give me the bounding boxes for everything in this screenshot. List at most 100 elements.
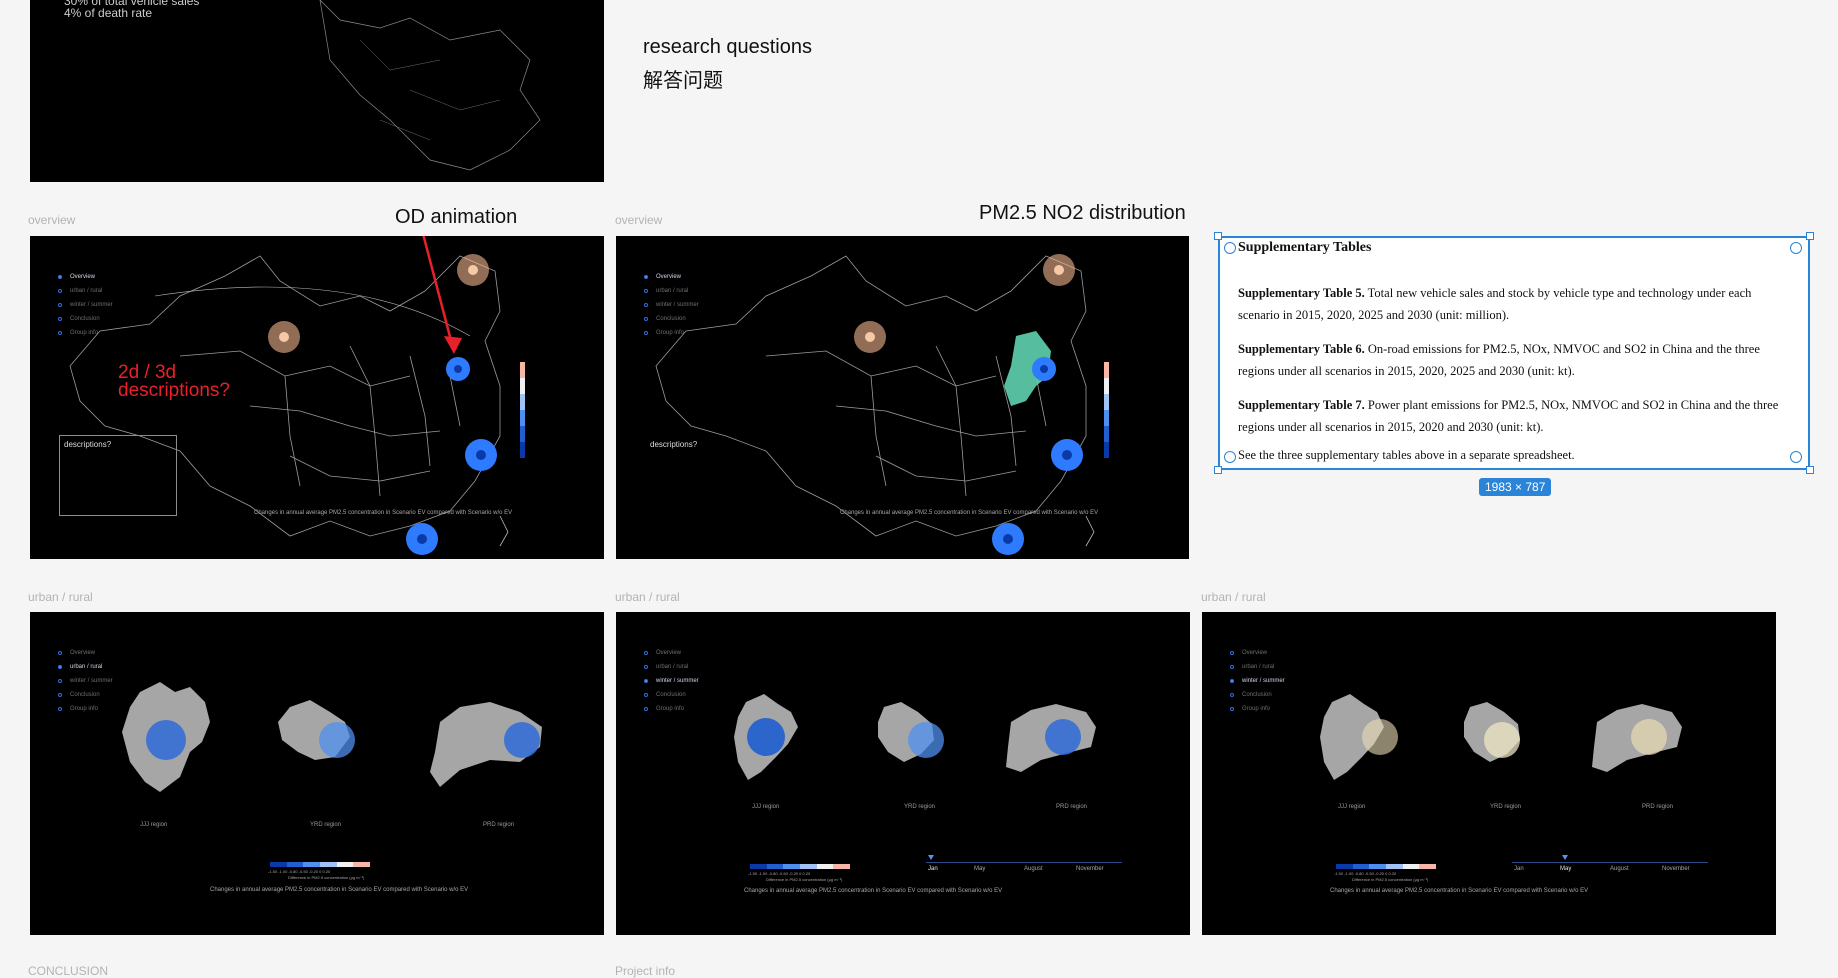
dimension-badge: 1983 × 787: [1479, 478, 1552, 496]
month-may[interactable]: May: [1560, 866, 1571, 872]
frame-label-urban-rural-3: urban / rural: [1201, 590, 1266, 604]
nav-dot-icon: [58, 331, 62, 335]
nav-dot-icon: [58, 289, 62, 293]
nav-item-overview[interactable]: Overview: [58, 270, 113, 284]
nav-dot-icon: [1230, 707, 1234, 711]
nav-item-conclusion[interactable]: Conclusion: [58, 312, 113, 326]
region-maps: [1320, 694, 1682, 780]
nav-item-urban-rural[interactable]: urban / rural: [1230, 660, 1285, 674]
connector-node-icon[interactable]: [1224, 451, 1236, 463]
nav-dot-icon: [644, 331, 648, 335]
research-title: research questions: [643, 36, 812, 58]
supplementary-tables-image[interactable]: Supplementary Tables Supplementary Table…: [1218, 236, 1810, 470]
nav-dot-icon: [58, 707, 62, 711]
nav-item-overview[interactable]: Overview: [58, 646, 113, 660]
frame-intro[interactable]: 30% of total vehicle sales 4% of death r…: [30, 0, 604, 182]
nav-item-group-info[interactable]: Group info: [644, 702, 699, 716]
nav-dot-icon: [644, 693, 648, 697]
nav-dot-icon: [1230, 693, 1234, 697]
nav-dot-icon: [644, 665, 648, 669]
connector-node-icon[interactable]: [1790, 242, 1802, 254]
intro-map: [319, 0, 541, 171]
nav-item-group-info[interactable]: Group info: [1230, 702, 1285, 716]
nav-item-urban-rural[interactable]: urban / rural: [58, 660, 113, 674]
month-august[interactable]: August: [1610, 866, 1629, 872]
nav-item-group-info[interactable]: Group info: [58, 326, 113, 340]
month-november[interactable]: November: [1662, 866, 1690, 872]
nav-item-conclusion[interactable]: Conclusion: [644, 688, 699, 702]
nav-item-urban-rural[interactable]: urban / rural: [58, 284, 113, 298]
nav-dot-icon: [58, 693, 62, 697]
nav-dot-icon: [58, 679, 62, 683]
nav-dot-icon: [58, 303, 62, 307]
month-jan[interactable]: Jan: [928, 866, 938, 872]
region-label-prd: PRD region: [1056, 804, 1088, 810]
connector-node-icon[interactable]: [1224, 242, 1236, 254]
nav-item-winter-summer[interactable]: winter / summer: [644, 298, 699, 312]
resize-handle-bottom-right[interactable]: [1806, 466, 1814, 474]
region-label-jjj: JJJ region: [752, 804, 780, 810]
timeline-marker-icon[interactable]: [928, 855, 934, 860]
region-label-prd: PRD region: [483, 822, 515, 828]
nav-dot-icon: [644, 303, 648, 307]
nav-item-overview[interactable]: Overview: [644, 646, 699, 660]
nav-dot-icon: [1230, 679, 1234, 683]
month-timeline[interactable]: Jan May August November: [926, 855, 1122, 882]
map-caption: Changes in annual average PM2.5 concentr…: [254, 510, 513, 516]
legend-ticks: -1.50 -1.00 -0.80 -0.50 -0.20 0 0.20: [748, 871, 811, 876]
supplementary-footer: See the three supplementary tables above…: [1238, 448, 1575, 462]
nav-item-conclusion[interactable]: Conclusion: [58, 688, 113, 702]
descriptions-label: descriptions?: [650, 440, 698, 449]
month-may[interactable]: May: [974, 866, 985, 872]
frame-urban-rural-1[interactable]: Overview urban / rural winter / summer C…: [30, 612, 604, 935]
nav-item-winter-summer[interactable]: winter / summer: [58, 674, 113, 688]
frame-overview-pm[interactable]: Overview urban / rural winter / summer C…: [616, 236, 1189, 559]
nav-dot-icon: [644, 707, 648, 711]
nav-item-urban-rural[interactable]: urban / rural: [644, 284, 699, 298]
supplementary-row-6: Supplementary Table 6. On-road emissions…: [1238, 342, 1760, 378]
resize-handle-top-left[interactable]: [1214, 232, 1222, 240]
nav-item-overview[interactable]: Overview: [644, 270, 699, 284]
nav-dot-icon: [58, 275, 62, 279]
frame-urban-rural-3[interactable]: Overview urban / rural winter / summer C…: [1202, 612, 1776, 935]
frame-overview-od[interactable]: Overview urban / rural winter / summer C…: [30, 236, 604, 559]
region-label-yrd: YRD region: [904, 804, 936, 810]
region-label-yrd: YRD region: [310, 822, 342, 828]
frame-urban-rural-2[interactable]: Overview urban / rural winter / summer C…: [616, 612, 1190, 935]
nav-urban-rural-3: Overview urban / rural winter / summer C…: [1230, 646, 1285, 716]
nav-urban-rural-2: Overview urban / rural winter / summer C…: [644, 646, 699, 716]
descriptions-box[interactable]: descriptions?: [59, 435, 177, 516]
nav-item-conclusion[interactable]: Conclusion: [644, 312, 699, 326]
region-label-jjj: JJJ region: [140, 822, 168, 828]
annotation-od-animation: OD animation: [395, 206, 518, 228]
legend-unit: Difference in PM2.5 concentration (μg m⁻…: [766, 877, 843, 882]
nav-item-group-info[interactable]: Group info: [58, 702, 113, 716]
map-caption: Changes in annual average PM2.5 concentr…: [840, 510, 1099, 516]
connector-node-icon[interactable]: [1790, 451, 1802, 463]
annotation-pm-distribution: PM2.5 NO2 distribution: [979, 202, 1186, 224]
nav-item-group-info[interactable]: Group info: [644, 326, 699, 340]
month-timeline[interactable]: Jan May August November: [1512, 855, 1708, 882]
nav-item-winter-summer[interactable]: winter / summer: [1230, 674, 1285, 688]
resize-handle-top-right[interactable]: [1806, 232, 1814, 240]
research-subtitle: 解答问题: [643, 70, 723, 92]
nav-item-winter-summer[interactable]: winter / summer: [58, 298, 113, 312]
nav-item-winter-summer[interactable]: winter / summer: [644, 674, 699, 688]
month-august[interactable]: August: [1024, 866, 1043, 872]
month-november[interactable]: November: [1076, 866, 1104, 872]
region-caption: Changes in annual average PM2.5 concentr…: [744, 888, 1003, 894]
nav-item-overview[interactable]: Overview: [1230, 646, 1285, 660]
nav-dot-icon: [1230, 665, 1234, 669]
nav-urban-rural-1: Overview urban / rural winter / summer C…: [58, 646, 113, 716]
frame-label-overview-2: overview: [615, 213, 663, 227]
timeline-marker-icon[interactable]: [1562, 855, 1568, 860]
month-jan[interactable]: Jan: [1514, 866, 1524, 872]
nav-item-conclusion[interactable]: Conclusion: [1230, 688, 1285, 702]
legend-unit: Difference in PM2.5 concentration (μg m⁻…: [288, 875, 365, 880]
nav-dot-icon: [644, 289, 648, 293]
nav-item-urban-rural[interactable]: urban / rural: [644, 660, 699, 674]
legend-ticks: -1.50 -1.00 -0.80 -0.50 -0.20 0 0.20: [268, 869, 331, 874]
nav-dot-icon: [58, 317, 62, 321]
resize-handle-bottom-left[interactable]: [1214, 466, 1222, 474]
nav-dot-icon: [58, 665, 62, 669]
